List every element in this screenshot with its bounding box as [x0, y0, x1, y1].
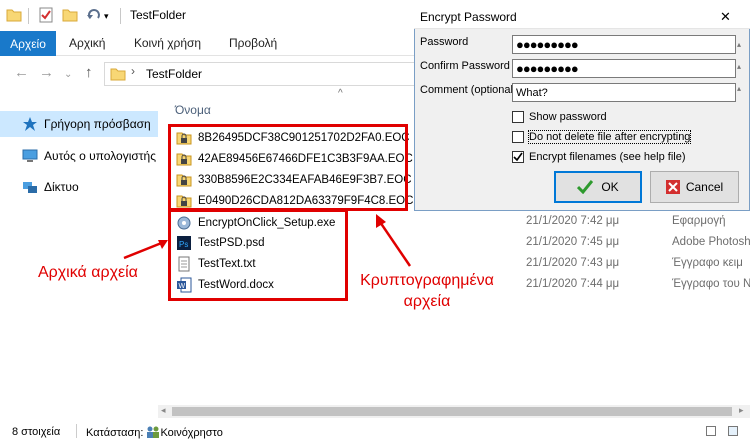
scrollbar-thumb[interactable]: [172, 407, 732, 416]
original-files-label: Αρχικά αρχεία: [38, 264, 138, 281]
encrypted-files-label: Κρυπτογραφημένα αρχεία: [352, 270, 502, 312]
file-type: Έγγραφο κειμ: [672, 257, 743, 269]
arrow-to-encrypted-icon: [376, 214, 412, 267]
breadcrumb-separator-icon: ›: [131, 64, 135, 78]
dialog-scroll-up-icon[interactable]: ▴: [737, 62, 741, 71]
password-label: Password: [420, 36, 469, 48]
scroll-right-icon[interactable]: ▸: [739, 405, 744, 416]
tab-view[interactable]: Προβολή: [229, 36, 277, 50]
nav-item-quick-access[interactable]: Γρήγορη πρόσβαση: [22, 114, 151, 134]
large-icons-view-icon[interactable]: [728, 426, 738, 436]
folder-icon: [6, 7, 22, 23]
back-arrow-icon[interactable]: ←: [14, 64, 29, 81]
do-not-delete-checkbox[interactable]: [512, 130, 524, 143]
confirm-password-label: Confirm Password: [420, 60, 510, 72]
tab-home[interactable]: Αρχική: [69, 36, 105, 50]
password-value: ●●●●●●●●●: [516, 37, 579, 52]
comment-value: What?: [516, 86, 548, 99]
file-date: 21/1/2020 7:43 μμ: [526, 257, 620, 269]
comment-field[interactable]: What?: [512, 83, 736, 102]
item-count: 8 στοιχεία: [12, 426, 61, 438]
sort-ascending-icon: ^: [338, 88, 343, 99]
file-type: Adobe Photosh: [672, 236, 750, 248]
customize-quick-access-icon[interactable]: ▾: [104, 11, 120, 27]
ok-button[interactable]: OK: [554, 171, 642, 203]
computer-icon: [22, 149, 38, 162]
title-separator: [120, 8, 121, 24]
details-view-icon[interactable]: [706, 426, 716, 436]
checkmark-icon: [577, 180, 594, 194]
star-icon: [23, 117, 37, 131]
encrypt-filenames-checkbox[interactable]: [512, 150, 524, 163]
title-separator: [28, 8, 29, 24]
file-date: 21/1/2020 7:45 μμ: [526, 236, 620, 248]
dialog-scroll-up-icon[interactable]: ▴: [737, 40, 741, 49]
dialog-title: Encrypt Password: [420, 10, 517, 24]
folder-icon: [110, 66, 126, 85]
checkmark-icon: [513, 152, 523, 161]
cancel-button[interactable]: Cancel: [650, 171, 739, 203]
encrypted-files-label-line: Κρυπτογραφημένα: [360, 272, 494, 289]
new-folder-icon[interactable]: [62, 7, 78, 23]
nav-item-label: Δίκτυο: [44, 180, 79, 194]
up-arrow-icon[interactable]: ↑: [85, 64, 93, 81]
status-separator: [76, 424, 77, 438]
tab-file[interactable]: Αρχείο: [0, 31, 56, 56]
nav-item-label: Αυτός ο υπολογιστής: [44, 149, 156, 163]
scroll-left-icon[interactable]: ◂: [161, 405, 166, 416]
do-not-delete-label: Do not delete file after encrypting: [527, 129, 692, 144]
status-state: Κατάσταση: Κοινόχρηστο: [86, 426, 223, 439]
tab-share[interactable]: Κοινή χρήση: [134, 36, 201, 50]
password-field[interactable]: ●●●●●●●●●: [512, 35, 736, 54]
show-password-checkbox[interactable]: [512, 110, 524, 123]
confirm-password-field[interactable]: ●●●●●●●●●: [512, 59, 736, 78]
encrypted-files-highlight: [168, 124, 408, 211]
do-not-delete-option[interactable]: Do not delete file after encrypting: [512, 129, 692, 144]
window-title: TestFolder: [130, 8, 187, 22]
cancel-x-icon: [665, 180, 680, 194]
confirm-password-value: ●●●●●●●●●: [516, 61, 579, 76]
properties-icon[interactable]: [38, 7, 54, 23]
dialog-scroll-up-icon[interactable]: ▴: [737, 84, 741, 93]
close-icon[interactable]: ✕: [720, 9, 731, 25]
users-icon: [147, 426, 160, 438]
file-type: Εφαρμογή: [672, 215, 726, 227]
nav-item-label: Γρήγορη πρόσβαση: [44, 117, 151, 131]
encrypt-filenames-label: Encrypt filenames (see help file): [529, 150, 686, 163]
nav-item-this-pc[interactable]: Αυτός ο υπολογιστής: [22, 146, 156, 166]
column-header-name[interactable]: Όνομα: [175, 103, 211, 117]
original-files-highlight: [168, 209, 348, 301]
file-type: Έγγραφο του Ν: [672, 278, 750, 290]
status-state-value: Κοινόχρηστο: [160, 427, 223, 439]
recent-locations-icon[interactable]: ⌄: [64, 69, 72, 80]
arrow-to-originals-icon: [123, 240, 168, 260]
show-password-option[interactable]: Show password: [512, 109, 607, 124]
cancel-label: Cancel: [685, 180, 724, 194]
ok-label: OK: [601, 180, 619, 194]
encrypted-files-label-line: αρχεία: [403, 293, 451, 310]
undo-icon[interactable]: [86, 7, 102, 23]
encrypt-filenames-option[interactable]: Encrypt filenames (see help file): [512, 149, 686, 164]
network-icon: [23, 182, 37, 193]
file-date: 21/1/2020 7:44 μμ: [526, 278, 620, 290]
comment-label: Comment (optional): [420, 84, 517, 96]
breadcrumb[interactable]: TestFolder: [146, 67, 202, 81]
file-date: 21/1/2020 7:42 μμ: [526, 215, 620, 227]
show-password-label: Show password: [529, 110, 607, 123]
forward-arrow-icon[interactable]: →: [39, 64, 54, 81]
nav-item-network[interactable]: Δίκτυο: [22, 177, 79, 197]
status-state-label: Κατάσταση:: [86, 427, 144, 439]
